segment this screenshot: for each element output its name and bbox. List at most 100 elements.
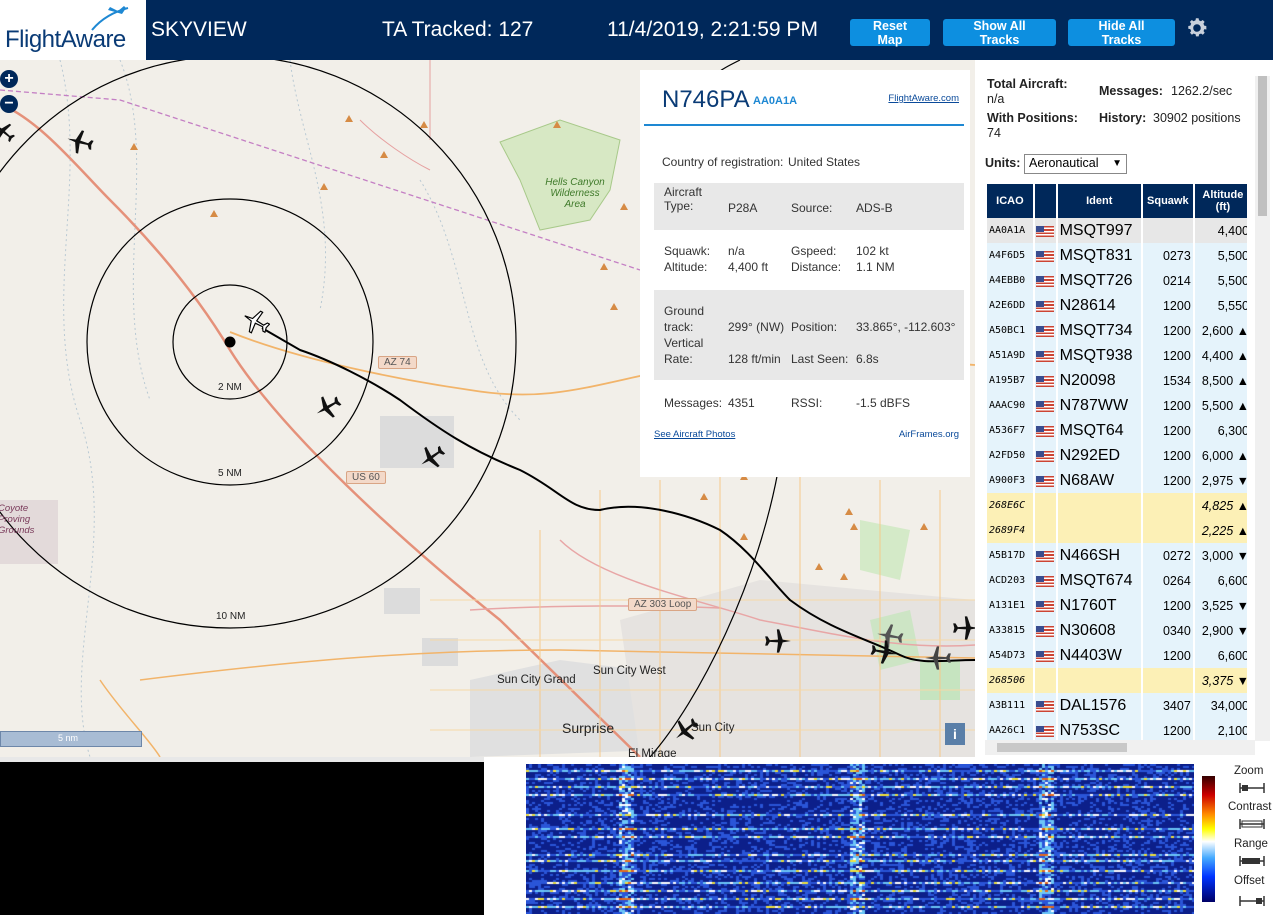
icao-cell: A536F7 xyxy=(987,418,1033,443)
icao-cell: A51A9D xyxy=(987,343,1033,368)
popup-registration: N746PA xyxy=(662,86,750,113)
aircraft-icon[interactable] xyxy=(0,120,16,144)
table-row[interactable]: A4EBB0 MSQT726 0214 5,500 xyxy=(987,268,1247,293)
ident-cell: N30608 xyxy=(1057,618,1141,643)
table-horizontal-scrollbar[interactable] xyxy=(985,740,1255,755)
source-value: ADS-B xyxy=(856,201,893,215)
map-info-button[interactable]: i xyxy=(945,723,965,745)
us-flag-icon xyxy=(1035,600,1054,612)
altitude-cell: 5,500 ▲ xyxy=(1194,393,1247,418)
col-altitude[interactable]: Altitude (ft) xyxy=(1194,184,1247,218)
range-ring-label-10nm: 10 NM xyxy=(216,611,246,622)
flightaware-link[interactable]: FlightAware.com xyxy=(888,93,959,104)
with-positions-label: With Positions: xyxy=(987,111,1078,125)
col-icao[interactable]: ICAO xyxy=(987,184,1033,218)
table-row[interactable]: 268E6C 4,825 ▲ xyxy=(987,493,1247,518)
us-flag-icon xyxy=(1035,350,1054,362)
table-row[interactable]: AAAC90 N787WW 1200 5,500 ▲ xyxy=(987,393,1247,418)
flag-cell xyxy=(1034,318,1056,343)
icao-cell: A4F6D5 xyxy=(987,243,1033,268)
units-select[interactable]: Aeronautical ▼ xyxy=(1024,154,1127,174)
rssi-label: RSSI: xyxy=(791,396,823,410)
ident-cell: N68AW xyxy=(1057,468,1141,493)
table-row[interactable]: 268506 3,375 ▼ xyxy=(987,668,1247,693)
aircraft-icon[interactable] xyxy=(418,443,446,471)
aircraft-icon[interactable] xyxy=(764,627,792,655)
flag-cell xyxy=(1034,568,1056,593)
flag-cell xyxy=(1034,268,1056,293)
scrollbar-thumb[interactable] xyxy=(997,743,1127,752)
altitude-cell: 5,500 xyxy=(1194,243,1247,268)
flag-cell xyxy=(1034,693,1056,718)
reset-map-button[interactable]: Reset Map xyxy=(850,19,930,47)
table-row[interactable]: A33815 N30608 0340 2,900 ▼ xyxy=(987,618,1247,643)
squawk-cell: 1200 xyxy=(1142,318,1193,343)
flightaware-logo[interactable]: FlightAware xyxy=(0,0,146,60)
app-title: SKYVIEW xyxy=(151,18,247,41)
airframes-link[interactable]: AirFrames.org xyxy=(899,429,959,440)
aircraft-icon[interactable] xyxy=(952,614,975,642)
selected-aircraft-icon[interactable] xyxy=(242,308,270,336)
hide-all-tracks-button[interactable]: Hide All Tracks xyxy=(1068,19,1175,47)
altitude-label: Altitude: xyxy=(664,260,708,274)
country-value: United States xyxy=(788,155,861,169)
zoom-out-button[interactable]: − xyxy=(0,95,18,113)
contrast-slider[interactable] xyxy=(1238,818,1266,830)
col-squawk[interactable]: Squawk xyxy=(1142,184,1193,218)
us-flag-icon xyxy=(1035,450,1054,462)
ident-cell: MSQT674 xyxy=(1057,568,1141,593)
squawk-cell: 1200 xyxy=(1142,643,1193,668)
table-row[interactable]: A3B111 DAL1576 3407 34,000 xyxy=(987,693,1247,718)
table-row[interactable]: AA26C1 N753SC 1200 2,100 xyxy=(987,718,1247,740)
aircraft-photos-link[interactable]: See Aircraft Photos xyxy=(654,429,735,440)
table-vertical-scrollbar[interactable] xyxy=(1255,76,1270,741)
zoom-in-button[interactable]: + xyxy=(0,70,18,88)
spectrum-waterfall[interactable] xyxy=(526,764,1194,914)
aircraft-table-wrap[interactable]: ICAO Ident Squawk Altitude (ft) AA0A1A MS… xyxy=(985,184,1247,740)
gear-icon[interactable] xyxy=(1185,16,1209,40)
table-row[interactable]: A5B17D N466SH 0272 3,000 ▼ xyxy=(987,543,1247,568)
squawk-cell: 1200 xyxy=(1142,418,1193,443)
table-row[interactable]: ACD203 MSQT674 0264 6,600 xyxy=(987,568,1247,593)
altitude-cell: 4,825 ▲ xyxy=(1194,493,1247,518)
flag-cell xyxy=(1034,518,1056,543)
table-row[interactable]: A195B7 N20098 1534 8,500 ▲ xyxy=(987,368,1247,393)
altitude-cell: 2,225 ▲ xyxy=(1194,518,1247,543)
table-row[interactable]: A2E6DD N28614 1200 5,550 xyxy=(987,293,1247,318)
history-label: History: xyxy=(1099,111,1147,125)
col-ident[interactable]: Ident xyxy=(1057,184,1141,218)
icao-cell: AA0A1A xyxy=(987,218,1033,243)
table-row[interactable]: A4F6D5 MSQT831 0273 5,500 xyxy=(987,243,1247,268)
aircraft-icon[interactable] xyxy=(314,393,342,421)
zoom-slider[interactable] xyxy=(1238,782,1266,794)
table-row[interactable]: AA0A1A MSQT997 4,400 xyxy=(987,218,1247,243)
altitude-cell: 5,550 xyxy=(1194,293,1247,318)
range-slider[interactable] xyxy=(1238,855,1266,867)
history-value: 30902 positions xyxy=(1153,111,1241,125)
offset-slider[interactable] xyxy=(1238,895,1266,907)
table-row[interactable]: A50BC1 MSQT734 1200 2,600 ▲ xyxy=(987,318,1247,343)
offset-label: Offset xyxy=(1234,875,1265,887)
aircraft-icon[interactable] xyxy=(870,638,898,666)
aircraft-icon[interactable] xyxy=(924,644,952,672)
messages-rate-value: 1262.2/sec xyxy=(1171,84,1233,98)
last-seen-label: Last Seen: xyxy=(791,352,849,366)
table-row[interactable]: A54D73 N4403W 1200 6,600 xyxy=(987,643,1247,668)
table-row[interactable]: A536F7 MSQT64 1200 6,300 xyxy=(987,418,1247,443)
table-row[interactable]: A2FD50 N292ED 1200 6,000 ▲ xyxy=(987,443,1247,468)
icao-cell: A2FD50 xyxy=(987,443,1033,468)
aircraft-table: ICAO Ident Squawk Altitude (ft) AA0A1A MS… xyxy=(985,184,1247,740)
table-row[interactable]: 2689F4 2,225 ▲ xyxy=(987,518,1247,543)
show-all-tracks-button[interactable]: Show All Tracks xyxy=(943,19,1056,47)
logo-text: FlightAware xyxy=(5,26,126,53)
table-row[interactable]: A900F3 N68AW 1200 2,975 ▼ xyxy=(987,468,1247,493)
us-flag-icon xyxy=(1035,700,1054,712)
messages-rate-label: Messages: xyxy=(1099,84,1163,98)
ident-cell: N28614 xyxy=(1057,293,1141,318)
table-row[interactable]: A131E1 N1760T 1200 3,525 ▼ xyxy=(987,593,1247,618)
col-flag[interactable] xyxy=(1034,184,1056,218)
icao-cell: 268506 xyxy=(987,668,1033,693)
table-row[interactable]: A51A9D MSQT938 1200 4,400 ▲ xyxy=(987,343,1247,368)
scrollbar-thumb[interactable] xyxy=(1258,76,1267,216)
aircraft-icon[interactable] xyxy=(66,128,94,156)
